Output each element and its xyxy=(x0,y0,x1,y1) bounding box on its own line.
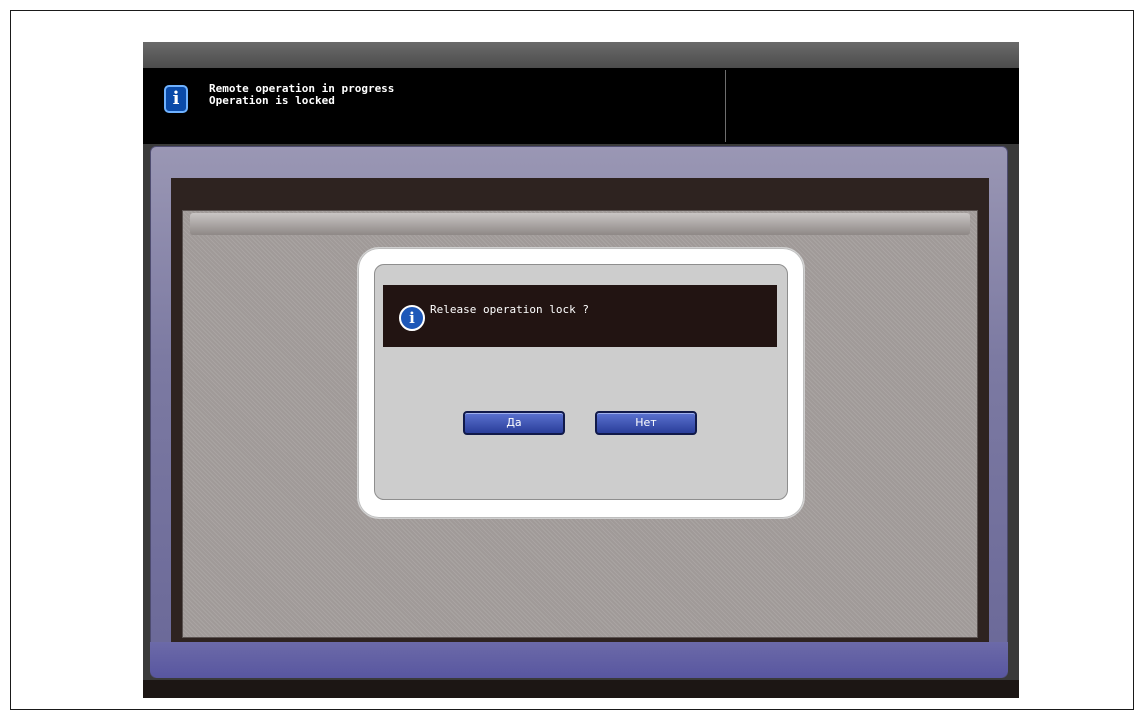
top-strip xyxy=(143,42,1019,68)
yes-button[interactable]: Да xyxy=(463,411,565,435)
info-icon: i xyxy=(399,305,425,331)
no-button[interactable]: Нет xyxy=(595,411,697,435)
bottom-bar xyxy=(143,680,1019,698)
info-icon: i xyxy=(164,85,188,113)
status-message-text: Remote operation in progress Operation i… xyxy=(209,83,394,107)
device-screen: i Remote operation in progress Operation… xyxy=(143,42,1019,698)
status-line-2: Operation is locked xyxy=(209,94,335,107)
status-message-bar: i Remote operation in progress Operation… xyxy=(143,68,1019,144)
dialog-message-box: i Release operation lock ? xyxy=(383,285,777,347)
main-frame-bottom xyxy=(150,642,1008,678)
dialog-message: Release operation lock ? xyxy=(430,303,589,316)
status-divider xyxy=(725,70,726,142)
content-header-bar xyxy=(190,213,970,235)
